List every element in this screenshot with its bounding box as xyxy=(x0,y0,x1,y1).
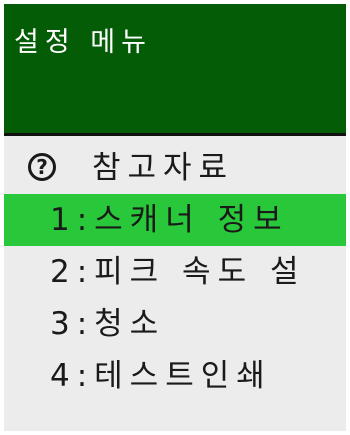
menu-item-label: 참고자료 xyxy=(92,150,235,186)
menu-item-label: 3:청소 xyxy=(50,306,166,342)
menu-item-scanner-info[interactable]: 1:스캐너 정보 xyxy=(4,194,346,246)
menu-item-label: 4:테스트인쇄 xyxy=(50,358,272,394)
menu-item-test-print[interactable]: 4:테스트인쇄 xyxy=(4,350,346,402)
help-circle-icon: ? xyxy=(28,153,56,181)
page-title: 설정 메뉴 xyxy=(14,27,152,58)
menu-item-reference[interactable]: ? 참고자료 xyxy=(4,142,346,194)
menu-item-cleaning[interactable]: 3:청소 xyxy=(4,298,346,350)
menu-item-peak-speed[interactable]: 2:피크 속도 설 xyxy=(4,246,346,298)
menu-item-label: 1:스캐너 정보 xyxy=(50,202,289,238)
settings-screen: 설정 메뉴 ? 참고자료 1:스캐너 정보 2:피크 속도 설 3:청소 4:테… xyxy=(4,4,346,431)
menu-item-label: 2:피크 속도 설 xyxy=(50,254,306,290)
header-bar: 설정 메뉴 xyxy=(4,4,346,136)
